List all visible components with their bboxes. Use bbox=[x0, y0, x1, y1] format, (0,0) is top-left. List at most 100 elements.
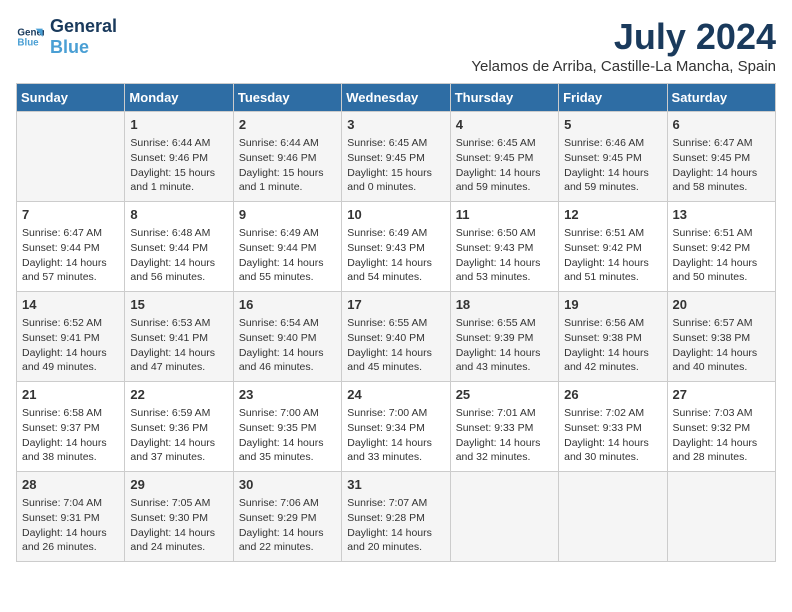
logo-text-line2: Blue bbox=[50, 37, 117, 58]
day-info: Sunrise: 6:58 AM Sunset: 9:37 PM Dayligh… bbox=[22, 406, 119, 465]
day-info: Sunrise: 6:45 AM Sunset: 9:45 PM Dayligh… bbox=[456, 136, 553, 195]
calendar-cell: 13Sunrise: 6:51 AM Sunset: 9:42 PM Dayli… bbox=[667, 202, 775, 292]
calendar-cell: 12Sunrise: 6:51 AM Sunset: 9:42 PM Dayli… bbox=[559, 202, 667, 292]
day-number: 27 bbox=[673, 386, 770, 404]
calendar-cell: 18Sunrise: 6:55 AM Sunset: 9:39 PM Dayli… bbox=[450, 292, 558, 382]
location-title: Yelamos de Arriba, Castille-La Mancha, S… bbox=[471, 58, 776, 75]
day-info: Sunrise: 6:54 AM Sunset: 9:40 PM Dayligh… bbox=[239, 316, 336, 375]
calendar-cell: 23 Sunrise: 7:00 AM Sunset: 9:35 PM Dayli… bbox=[233, 382, 341, 472]
day-number: 18 bbox=[456, 296, 553, 314]
day-number: 3 bbox=[347, 116, 444, 134]
day-header: Thursday bbox=[450, 84, 558, 112]
day-number: 30 bbox=[239, 476, 336, 494]
day-number: 23 bbox=[239, 386, 336, 404]
day-info: Sunrise: 6:51 AM Sunset: 9:42 PM Dayligh… bbox=[564, 226, 661, 285]
calendar-week-row: 7 Sunrise: 6:47 AM Sunset: 9:44 PM Daylig… bbox=[17, 202, 776, 292]
calendar-cell: 29 Sunrise: 7:05 AM Sunset: 9:30 PM Dayli… bbox=[125, 472, 233, 562]
calendar-cell: 24Sunrise: 7:00 AM Sunset: 9:34 PM Dayli… bbox=[342, 382, 450, 472]
calendar-week-row: 21 Sunrise: 6:58 AM Sunset: 9:37 PM Dayli… bbox=[17, 382, 776, 472]
day-info: Sunrise: 6:45 AM Sunset: 9:45 PM Dayligh… bbox=[347, 136, 444, 195]
day-number: 17 bbox=[347, 296, 444, 314]
days-header-row: SundayMondayTuesdayWednesdayThursdayFrid… bbox=[17, 84, 776, 112]
day-number: 2 bbox=[239, 116, 336, 134]
day-number: 5 bbox=[564, 116, 661, 134]
calendar-cell: 22Sunrise: 6:59 AM Sunset: 9:36 PM Dayli… bbox=[125, 382, 233, 472]
svg-text:Blue: Blue bbox=[17, 37, 39, 48]
day-info: Sunrise: 7:06 AM Sunset: 9:29 PM Dayligh… bbox=[239, 496, 336, 555]
calendar-cell: 16 Sunrise: 6:54 AM Sunset: 9:40 PM Dayli… bbox=[233, 292, 341, 382]
day-number: 31 bbox=[347, 476, 444, 494]
calendar-cell: 10 Sunrise: 6:49 AM Sunset: 9:43 PM Dayli… bbox=[342, 202, 450, 292]
day-number: 13 bbox=[673, 206, 770, 224]
day-info: Sunrise: 6:44 AM Sunset: 9:46 PM Dayligh… bbox=[239, 136, 336, 195]
calendar-cell: 26 Sunrise: 7:02 AM Sunset: 9:33 PM Dayli… bbox=[559, 382, 667, 472]
day-info: Sunrise: 7:03 AM Sunset: 9:32 PM Dayligh… bbox=[673, 406, 770, 465]
calendar-cell: 17 Sunrise: 6:55 AM Sunset: 9:40 PM Dayli… bbox=[342, 292, 450, 382]
day-number: 20 bbox=[673, 296, 770, 314]
day-number: 7 bbox=[22, 206, 119, 224]
day-number: 21 bbox=[22, 386, 119, 404]
day-info: Sunrise: 6:47 AM Sunset: 9:44 PM Dayligh… bbox=[22, 226, 119, 285]
calendar-cell: 2 Sunrise: 6:44 AM Sunset: 9:46 PM Daylig… bbox=[233, 112, 341, 202]
day-number: 9 bbox=[239, 206, 336, 224]
calendar-cell bbox=[559, 472, 667, 562]
day-info: Sunrise: 6:49 AM Sunset: 9:43 PM Dayligh… bbox=[347, 226, 444, 285]
day-number: 6 bbox=[673, 116, 770, 134]
day-info: Sunrise: 7:02 AM Sunset: 9:33 PM Dayligh… bbox=[564, 406, 661, 465]
day-info: Sunrise: 6:52 AM Sunset: 9:41 PM Dayligh… bbox=[22, 316, 119, 375]
day-info: Sunrise: 7:05 AM Sunset: 9:30 PM Dayligh… bbox=[130, 496, 227, 555]
day-info: Sunrise: 6:50 AM Sunset: 9:43 PM Dayligh… bbox=[456, 226, 553, 285]
calendar-cell: 21 Sunrise: 6:58 AM Sunset: 9:37 PM Dayli… bbox=[17, 382, 125, 472]
calendar-cell: 28 Sunrise: 7:04 AM Sunset: 9:31 PM Dayli… bbox=[17, 472, 125, 562]
calendar-cell: 4 Sunrise: 6:45 AM Sunset: 9:45 PM Daylig… bbox=[450, 112, 558, 202]
day-number: 24 bbox=[347, 386, 444, 404]
calendar-cell bbox=[17, 112, 125, 202]
day-info: Sunrise: 6:57 AM Sunset: 9:38 PM Dayligh… bbox=[673, 316, 770, 375]
day-info: Sunrise: 6:53 AM Sunset: 9:41 PM Dayligh… bbox=[130, 316, 227, 375]
day-number: 8 bbox=[130, 206, 227, 224]
day-number: 16 bbox=[239, 296, 336, 314]
day-header: Saturday bbox=[667, 84, 775, 112]
calendar-cell: 20 Sunrise: 6:57 AM Sunset: 9:38 PM Dayli… bbox=[667, 292, 775, 382]
calendar-week-row: 1 Sunrise: 6:44 AM Sunset: 9:46 PM Daylig… bbox=[17, 112, 776, 202]
calendar-cell: 5 Sunrise: 6:46 AM Sunset: 9:45 PM Daylig… bbox=[559, 112, 667, 202]
day-info: Sunrise: 7:04 AM Sunset: 9:31 PM Dayligh… bbox=[22, 496, 119, 555]
calendar-cell: 30 Sunrise: 7:06 AM Sunset: 9:29 PM Dayli… bbox=[233, 472, 341, 562]
calendar-cell: 27 Sunrise: 7:03 AM Sunset: 9:32 PM Dayli… bbox=[667, 382, 775, 472]
day-number: 10 bbox=[347, 206, 444, 224]
calendar-cell: 14 Sunrise: 6:52 AM Sunset: 9:41 PM Dayli… bbox=[17, 292, 125, 382]
day-header: Tuesday bbox=[233, 84, 341, 112]
calendar-cell: 15Sunrise: 6:53 AM Sunset: 9:41 PM Dayli… bbox=[125, 292, 233, 382]
title-area: July 2024 Yelamos de Arriba, Castille-La… bbox=[471, 16, 776, 75]
calendar-cell: 7 Sunrise: 6:47 AM Sunset: 9:44 PM Daylig… bbox=[17, 202, 125, 292]
calendar-cell: 19Sunrise: 6:56 AM Sunset: 9:38 PM Dayli… bbox=[559, 292, 667, 382]
calendar-cell bbox=[450, 472, 558, 562]
day-info: Sunrise: 6:56 AM Sunset: 9:38 PM Dayligh… bbox=[564, 316, 661, 375]
day-number: 1 bbox=[130, 116, 227, 134]
month-title: July 2024 bbox=[471, 16, 776, 58]
logo-text-line1: General bbox=[50, 16, 117, 37]
day-number: 11 bbox=[456, 206, 553, 224]
day-number: 29 bbox=[130, 476, 227, 494]
day-header: Sunday bbox=[17, 84, 125, 112]
day-info: Sunrise: 7:07 AM Sunset: 9:28 PM Dayligh… bbox=[347, 496, 444, 555]
day-number: 26 bbox=[564, 386, 661, 404]
day-info: Sunrise: 7:01 AM Sunset: 9:33 PM Dayligh… bbox=[456, 406, 553, 465]
day-number: 14 bbox=[22, 296, 119, 314]
day-info: Sunrise: 6:48 AM Sunset: 9:44 PM Dayligh… bbox=[130, 226, 227, 285]
day-number: 22 bbox=[130, 386, 227, 404]
day-info: Sunrise: 7:00 AM Sunset: 9:35 PM Dayligh… bbox=[239, 406, 336, 465]
calendar-cell: 3 Sunrise: 6:45 AM Sunset: 9:45 PM Daylig… bbox=[342, 112, 450, 202]
day-info: Sunrise: 6:46 AM Sunset: 9:45 PM Dayligh… bbox=[564, 136, 661, 195]
day-number: 28 bbox=[22, 476, 119, 494]
calendar-cell: 11 Sunrise: 6:50 AM Sunset: 9:43 PM Dayli… bbox=[450, 202, 558, 292]
logo-icon: General Blue bbox=[16, 23, 44, 51]
calendar-week-row: 14 Sunrise: 6:52 AM Sunset: 9:41 PM Dayli… bbox=[17, 292, 776, 382]
day-number: 4 bbox=[456, 116, 553, 134]
calendar-cell: 9 Sunrise: 6:49 AM Sunset: 9:44 PM Daylig… bbox=[233, 202, 341, 292]
calendar-table: SundayMondayTuesdayWednesdayThursdayFrid… bbox=[16, 83, 776, 562]
day-info: Sunrise: 6:47 AM Sunset: 9:45 PM Dayligh… bbox=[673, 136, 770, 195]
day-info: Sunrise: 6:49 AM Sunset: 9:44 PM Dayligh… bbox=[239, 226, 336, 285]
day-header: Friday bbox=[559, 84, 667, 112]
day-info: Sunrise: 6:55 AM Sunset: 9:40 PM Dayligh… bbox=[347, 316, 444, 375]
